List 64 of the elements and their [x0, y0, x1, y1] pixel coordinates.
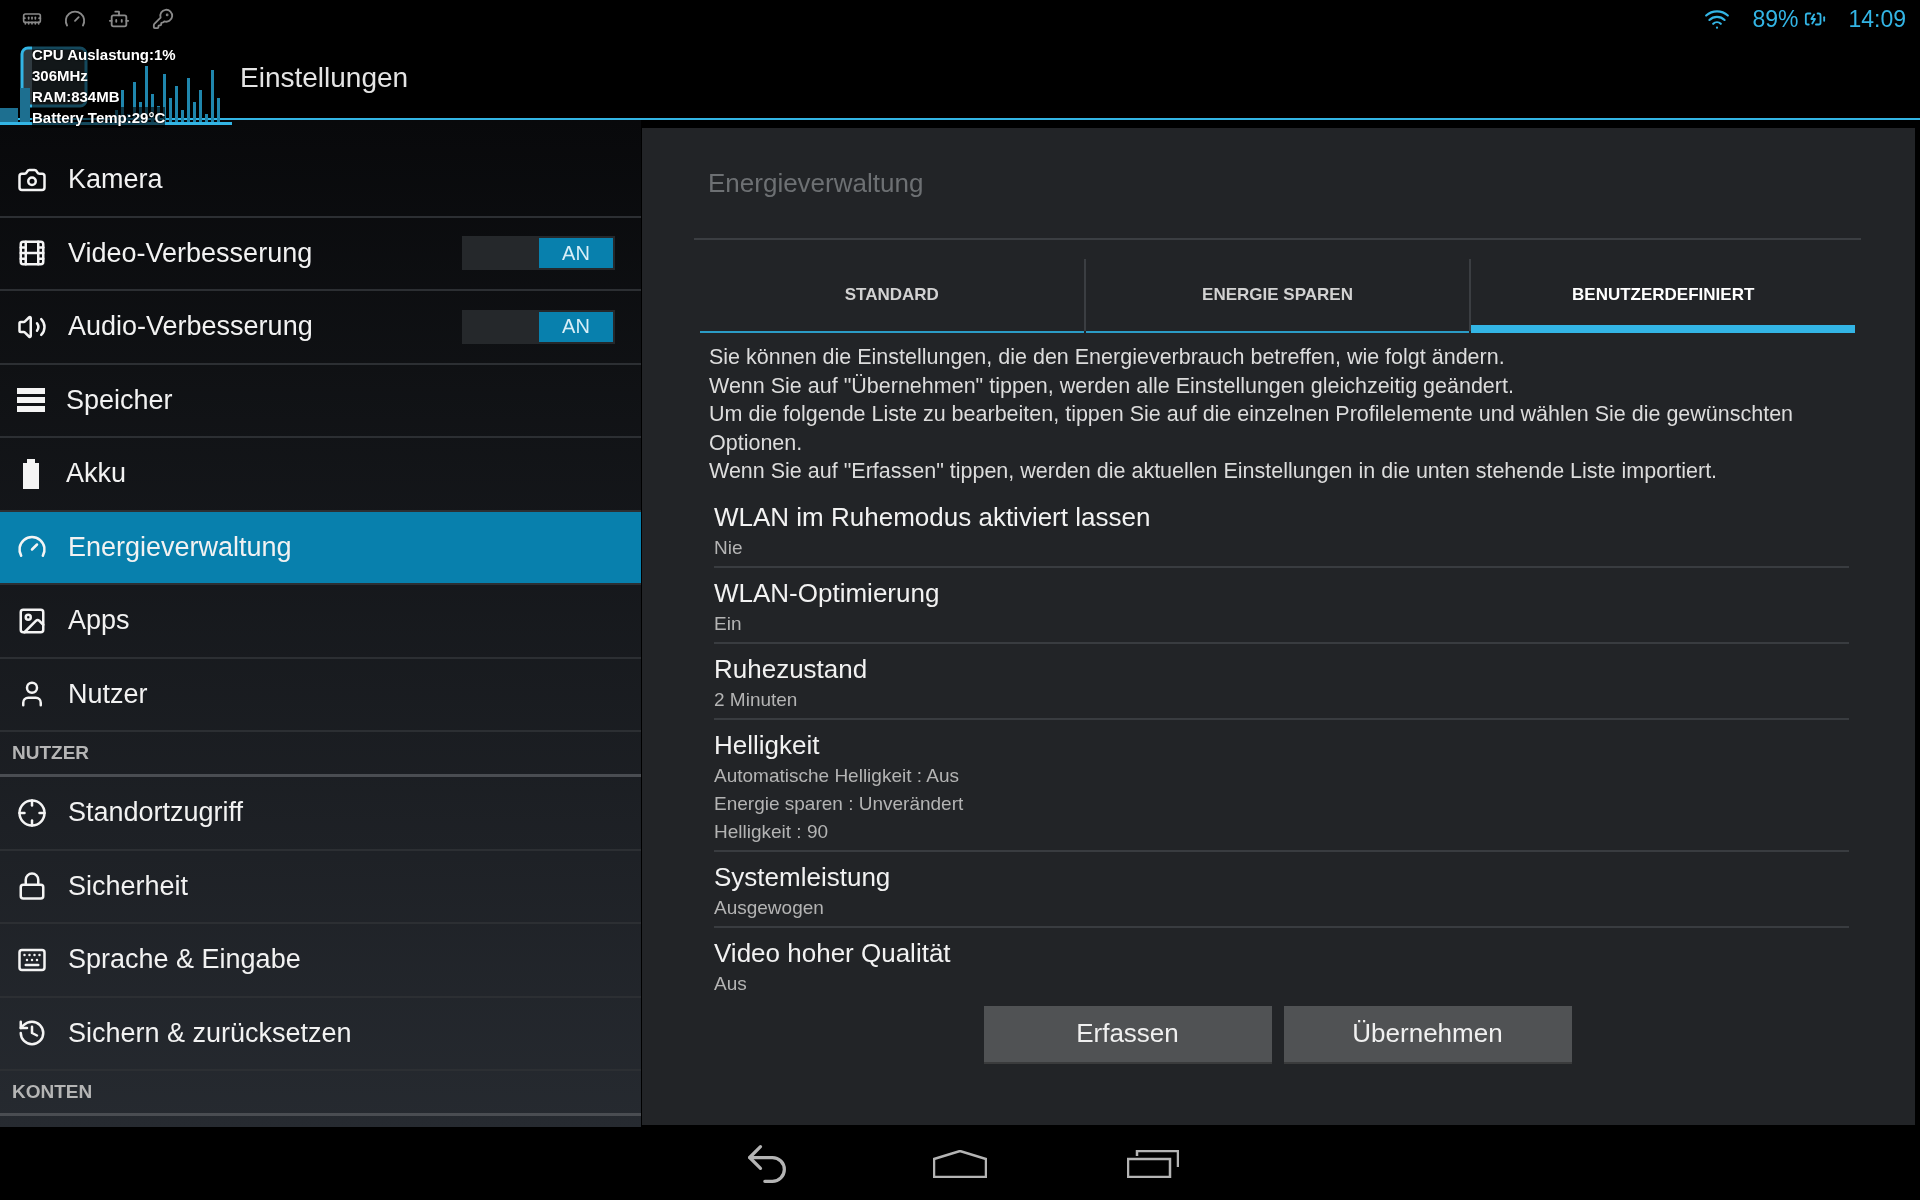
setting-value: Nie [714, 535, 744, 560]
sidebar-item[interactable]: Kamera [0, 144, 641, 218]
sidebar-item-label: Video-Verbesserung [68, 237, 314, 269]
battery-percent: 89% [1752, 5, 1799, 33]
description-text: Wenn Sie auf "Übernehmen" tippen, werden alle Einstellungen gleichzeitig geändert. [709, 372, 1515, 400]
setting-value: 2 Minuten [714, 687, 799, 712]
setting-title: Helligkeit [714, 728, 821, 762]
sidebar-item-label: Sicherheit [68, 870, 190, 902]
setting-value: Ausgewogen [714, 895, 825, 920]
sidebar-item[interactable]: Audio-Verbesserung AN [0, 291, 641, 365]
tab[interactable]: STANDARD [700, 259, 1084, 333]
sidebar-item[interactable]: Sichern & zurücksetzen [0, 997, 641, 1071]
panel-title: Energieverwaltung [694, 128, 1861, 240]
section-title: NUTZER [12, 742, 90, 764]
sidebar-item-label: Nutzer [68, 678, 149, 710]
action-button[interactable]: Erfassen [983, 1005, 1272, 1064]
sidebar-item[interactable]: Speicher [0, 364, 641, 438]
setting-title: WLAN-Optimierung [714, 576, 941, 610]
sidebar-item[interactable]: Apps [0, 585, 641, 659]
sidebar-item[interactable]: Nutzer [0, 658, 641, 732]
setting-item[interactable]: Ruhezustand 2 Minuten [714, 643, 1849, 720]
sidebar-item-label: Apps [68, 605, 131, 637]
app-title: Einstellungen [240, 62, 409, 94]
sidebar-item-label: Energieverwaltung [68, 531, 293, 563]
description-text: Um die folgende Liste zu bearbeiten, tippen Sie auf die einzelnen Profilelemente und wählen Sie die gewünschten Optionen. [709, 401, 1795, 457]
monitor-stat: CPU Auslastung:1% [32, 44, 176, 65]
description-text: Sie können die Einstellungen, die den Energieverbrauch betreffen, wie folgt ändern. [709, 344, 1506, 371]
sidebar-item[interactable]: Energieverwaltung [0, 511, 641, 585]
toggle-thumb: AN [539, 311, 613, 342]
setting-title: Ruhezustand [714, 652, 869, 686]
section-title: KONTEN [12, 1081, 93, 1103]
sidebar-item-label: Kamera [68, 164, 164, 196]
setting-item[interactable]: Helligkeit Automatische Helligkeit : Aus Energie sparen : Unverändert Helligkeit : 90 [714, 719, 1849, 852]
sidebar-item[interactable]: Sicherheit [0, 850, 641, 924]
monitor-stat: 306MHz [32, 65, 88, 86]
sidebar-item[interactable]: Standortzugriff [0, 777, 641, 851]
setting-value: Automatische Helligkeit : Aus [714, 763, 960, 788]
setting-title: Systemleistung [714, 860, 892, 894]
action-button[interactable]: Übernehmen [1283, 1005, 1572, 1064]
sidebar-item[interactable]: Sprache & Eingabe [0, 924, 641, 998]
sidebar-item[interactable]: Video-Verbesserung AN [0, 217, 641, 291]
sidebar-item-label: Standortzugriff [68, 797, 245, 829]
setting-value: Ein [714, 611, 743, 636]
monitor-stat: RAM:834MB [32, 86, 120, 107]
toggle-switch[interactable]: AN [462, 309, 615, 344]
sidebar-item-label: Sichern & zurücksetzen [68, 1017, 353, 1049]
setting-value: Energie sparen : Unverändert [714, 791, 965, 816]
sidebar-item-label: Audio-Verbesserung [68, 311, 314, 343]
setting-value: Helligkeit : 90 [714, 819, 830, 844]
clock-time: 14:09 [1848, 5, 1906, 33]
setting-value: Aus [714, 971, 748, 996]
sidebar-item-label: Akku [66, 458, 128, 490]
setting-item[interactable]: Systemleistung Ausgewogen [714, 851, 1849, 928]
tab[interactable]: BENUTZERDEFINIERT [1471, 259, 1855, 333]
toggle-thumb: AN [539, 238, 613, 269]
setting-title: Video hoher Qualität [714, 936, 952, 970]
setting-item[interactable]: WLAN im Ruhemodus aktiviert lassen Nie [714, 491, 1849, 568]
setting-item[interactable]: Video hoher Qualität Aus [714, 927, 1849, 1002]
setting-title: WLAN im Ruhemodus aktiviert lassen [714, 500, 1152, 534]
setting-item[interactable]: WLAN-Optimierung Ein [714, 567, 1849, 644]
sidebar-item-label: Sprache & Eingabe [68, 944, 302, 976]
toggle-switch[interactable]: AN [462, 236, 615, 271]
description-text: Wenn Sie auf "Erfassen" tippen, werden die aktuellen Einstellungen in die unten stehende Liste importiert. [709, 458, 1719, 485]
sidebar-item-label: Speicher [66, 384, 174, 416]
